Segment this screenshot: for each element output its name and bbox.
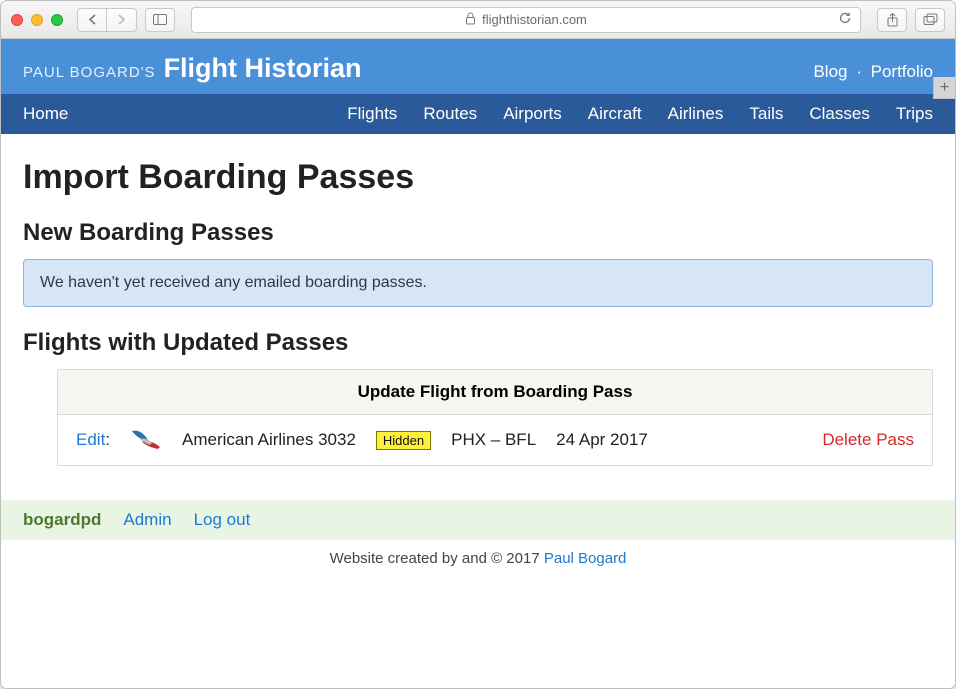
edit-link[interactable]: Edit [76,430,105,449]
colon: : [105,430,110,449]
portfolio-link[interactable]: Portfolio [871,62,933,81]
nav-trips[interactable]: Trips [896,94,933,134]
lock-icon [465,12,476,28]
edit-cell: Edit: [76,430,110,450]
site-footer: Website created by and © 2017 Paul Bogar… [1,540,955,581]
page-content: Import Boarding Passes New Boarding Pass… [1,134,955,466]
banner-links: Blog · Portfolio [813,62,933,82]
nav-flights[interactable]: Flights [347,94,397,134]
reload-button[interactable] [838,11,852,28]
updated-passes-table: Update Flight from Boarding Pass Edit: A… [57,369,933,466]
nav-aircraft[interactable]: Aircraft [588,94,642,134]
viewport: + PAUL BOGARD'S Flight Historian Blog · … [1,39,955,688]
brand-title: Flight Historian [164,53,362,84]
nav-routes[interactable]: Routes [423,94,477,134]
brand-owner: PAUL BOGARD'S [23,64,156,81]
nav-classes[interactable]: Classes [809,94,869,134]
minimize-window-button[interactable] [31,14,43,26]
nav-airlines[interactable]: Airlines [668,94,724,134]
nav-tails[interactable]: Tails [749,94,783,134]
nav-home[interactable]: Home [23,94,68,134]
zoom-window-button[interactable] [51,14,63,26]
flight-name: American Airlines 3032 [182,430,356,450]
flight-route: PHX – BFL [451,430,536,450]
nav-right: Flights Routes Airports Aircraft Airline… [347,94,933,134]
section-updated-passes: Flights with Updated Passes [23,329,933,357]
share-button[interactable] [877,8,907,32]
footer-author-link[interactable]: Paul Bogard [544,550,627,567]
brand[interactable]: PAUL BOGARD'S Flight Historian [23,53,362,84]
user-bar: bogardpd Admin Log out [1,500,955,540]
site-banner: PAUL BOGARD'S Flight Historian Blog · Po… [1,39,955,94]
blog-link[interactable]: Blog [813,62,847,81]
flight-date: 24 Apr 2017 [556,430,648,450]
airline-logo-icon [130,427,162,453]
toolbar-right [877,8,945,32]
browser-titlebar: flighthistorian.com [1,1,955,39]
separator-dot: · [852,62,866,81]
nav-buttons [77,8,137,32]
window-controls [11,14,63,26]
current-username: bogardpd [23,510,101,530]
tabs-button[interactable] [915,8,945,32]
table-header: Update Flight from Boarding Pass [58,370,932,415]
close-window-button[interactable] [11,14,23,26]
section-new-passes: New Boarding Passes [23,219,933,247]
address-domain: flighthistorian.com [482,12,587,27]
forward-button[interactable] [107,8,137,32]
empty-passes-message: We haven't yet received any emailed boar… [23,259,933,307]
logout-link[interactable]: Log out [194,510,251,530]
table-row: Edit: American Airlines 3032 Hidden PHX … [58,415,932,465]
hidden-badge: Hidden [376,431,431,450]
sidebar-button[interactable] [145,8,175,32]
page-title: Import Boarding Passes [23,158,933,197]
main-nav: Home Flights Routes Airports Aircraft Ai… [1,94,955,134]
address-bar[interactable]: flighthistorian.com [191,7,861,33]
delete-pass-link[interactable]: Delete Pass [822,430,914,450]
browser-window: flighthistorian.com + PAUL BOGARD'S Flig… [0,0,956,689]
footer-text: Website created by and © 2017 [330,550,544,567]
nav-airports[interactable]: Airports [503,94,562,134]
admin-link[interactable]: Admin [123,510,171,530]
back-button[interactable] [77,8,107,32]
new-tab-button[interactable]: + [933,77,955,99]
